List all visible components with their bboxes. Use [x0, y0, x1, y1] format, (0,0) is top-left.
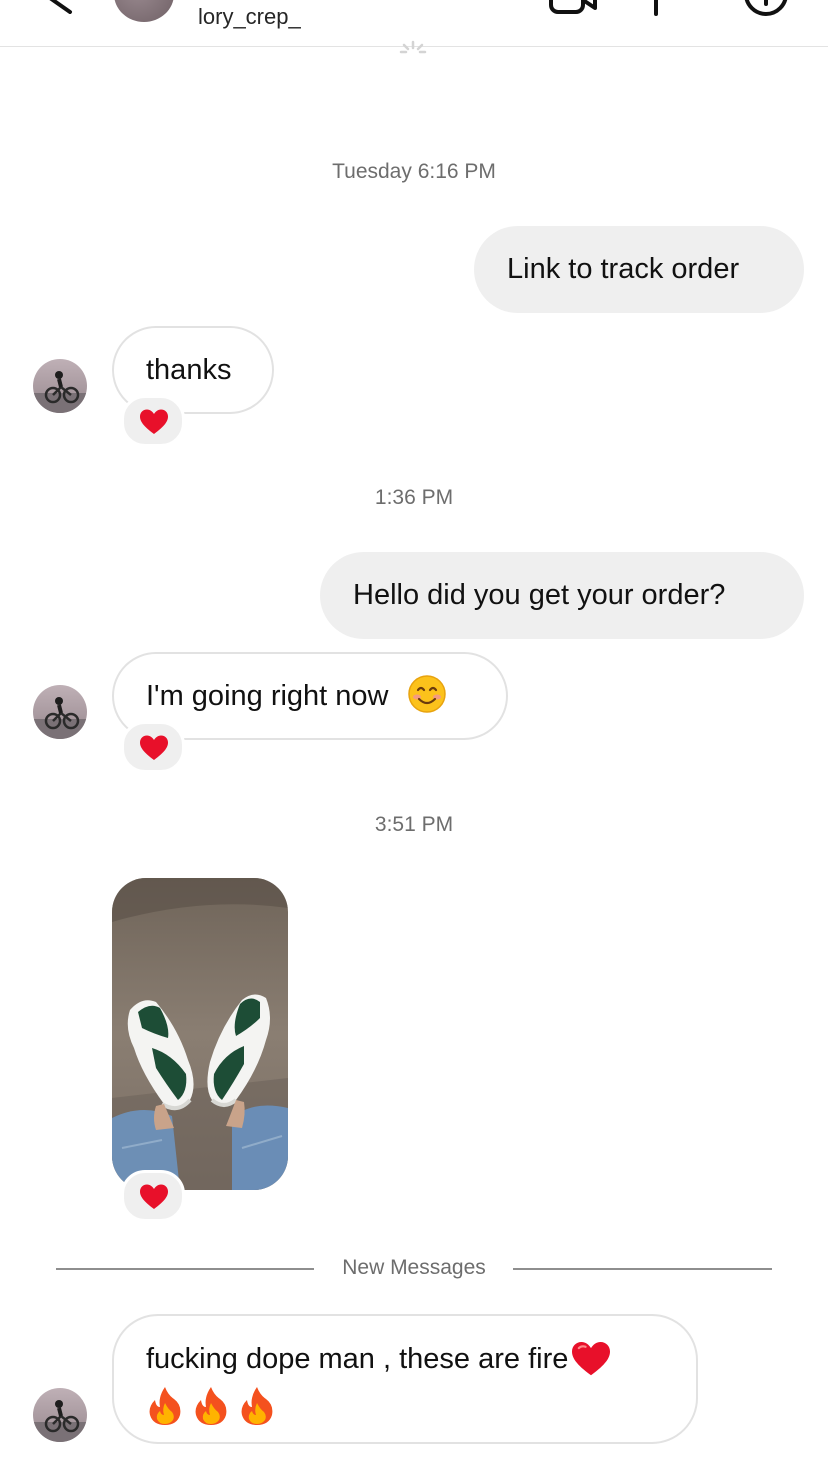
info-icon[interactable]	[742, 0, 790, 18]
reaction-badge[interactable]	[121, 1170, 185, 1222]
phone-icon[interactable]	[646, 0, 666, 16]
fire-emoji	[195, 1387, 227, 1425]
fire-emoji	[241, 1387, 273, 1425]
timestamp: 3:51 PM	[374, 813, 454, 836]
message-text: thanks	[146, 354, 232, 386]
message-text: Link to track order	[507, 253, 740, 285]
new-messages-label: New Messages	[342, 1256, 486, 1279]
heart-reaction-icon	[140, 409, 168, 434]
heart-reaction-icon	[140, 1184, 168, 1209]
outgoing-message-bubble[interactable]: Link to track order	[474, 226, 804, 313]
outgoing-message-bubble[interactable]: Hello did you get your order?	[320, 552, 804, 639]
header-username[interactable]: lory_crep_	[198, 4, 301, 30]
timestamp: Tuesday 6:16 PM	[332, 160, 496, 183]
loading-spinner-icon	[399, 40, 427, 54]
video-call-icon[interactable]	[548, 0, 598, 16]
avatar[interactable]	[33, 685, 87, 739]
timestamp: 1:36 PM	[374, 486, 454, 509]
message-text: fucking dope man , these are fire	[146, 1343, 569, 1375]
avatar[interactable]	[33, 1388, 87, 1442]
reaction-badge[interactable]	[121, 721, 185, 773]
incoming-message-bubble[interactable]: fucking dope man , these are fire	[112, 1314, 698, 1444]
heart-reaction-icon	[140, 735, 168, 760]
avatar[interactable]	[33, 359, 87, 413]
header-avatar[interactable]	[114, 0, 174, 22]
reaction-badge[interactable]	[121, 395, 185, 447]
photo-message[interactable]	[112, 878, 288, 1190]
message-text: Hello did you get your order?	[353, 579, 726, 611]
back-arrow-icon[interactable]	[40, 0, 76, 14]
smiling-face-emoji	[407, 675, 446, 714]
fire-emoji	[149, 1387, 181, 1425]
message-text: I'm going right now	[146, 680, 389, 712]
red-heart-emoji	[572, 1342, 611, 1376]
